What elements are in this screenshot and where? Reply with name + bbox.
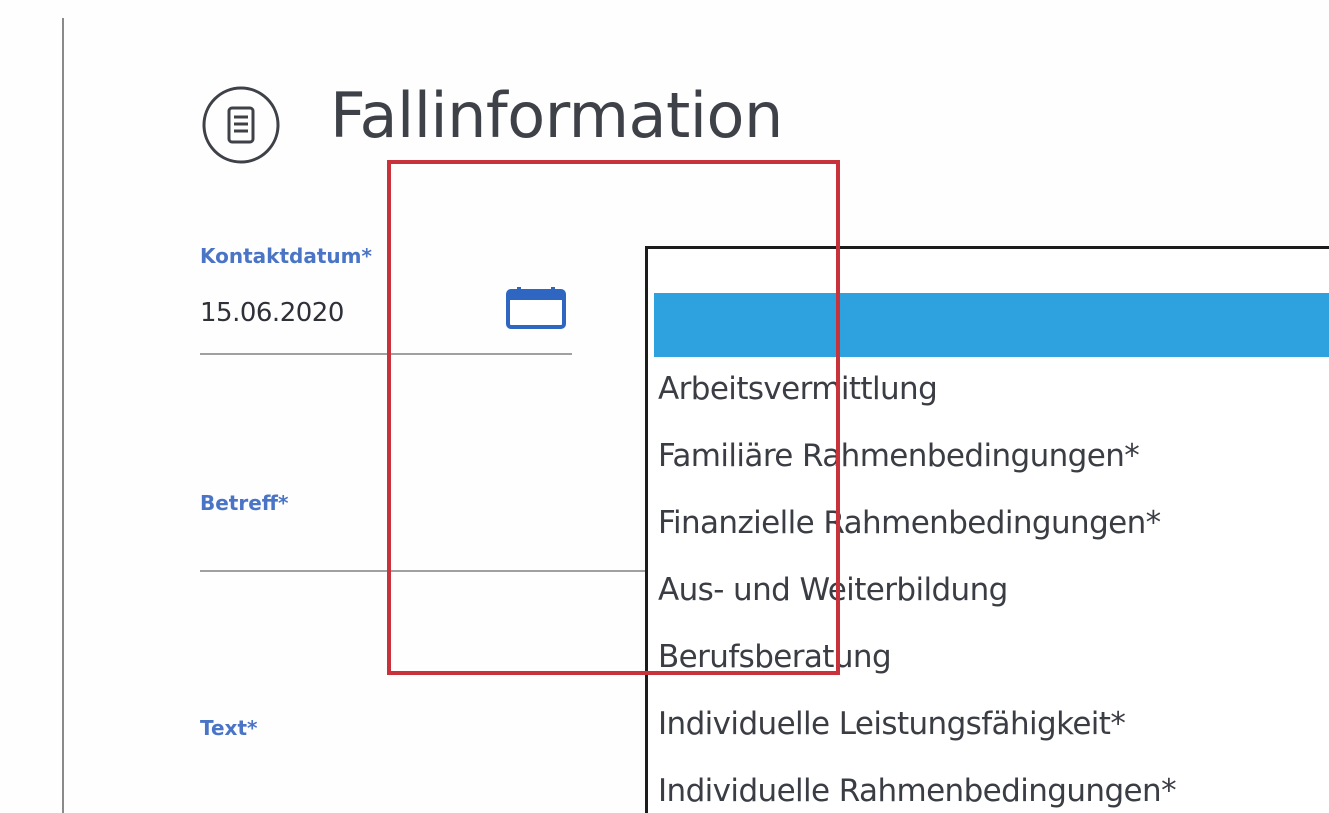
dropdown-option[interactable]: Berufsberatung <box>658 639 892 675</box>
left-divider <box>62 18 64 813</box>
contact-date-label: Kontaktdatum* <box>200 244 372 268</box>
text-label: Text* <box>200 716 258 740</box>
subject-underline <box>200 570 650 572</box>
dropdown-option[interactable]: Arbeitsvermittlung <box>658 371 938 407</box>
calendar-icon[interactable] <box>505 286 567 330</box>
dropdown-selected-option[interactable] <box>654 293 1329 357</box>
section-title: Fallinformation <box>330 79 783 152</box>
contact-date-input[interactable]: 15.06.2020 <box>200 298 344 328</box>
form-screen: Fallinformation Kontaktdatum* 15.06.2020… <box>0 0 1329 813</box>
subject-dropdown-list[interactable]: Arbeitsvermittlung Familiäre Rahmenbedin… <box>645 246 1329 813</box>
dropdown-option[interactable]: Aus- und Weiterbildung <box>658 572 1008 608</box>
subject-label: Betreff* <box>200 491 289 515</box>
dropdown-option[interactable]: Finanzielle Rahmenbedingungen* <box>658 505 1161 541</box>
document-icon <box>202 86 280 164</box>
contact-date-underline <box>200 353 572 355</box>
dropdown-option[interactable]: Individuelle Rahmenbedingungen* <box>658 773 1177 809</box>
dropdown-option[interactable]: Familiäre Rahmenbedingungen* <box>658 438 1140 474</box>
dropdown-option[interactable]: Individuelle Leistungsfähigkeit* <box>658 706 1126 742</box>
